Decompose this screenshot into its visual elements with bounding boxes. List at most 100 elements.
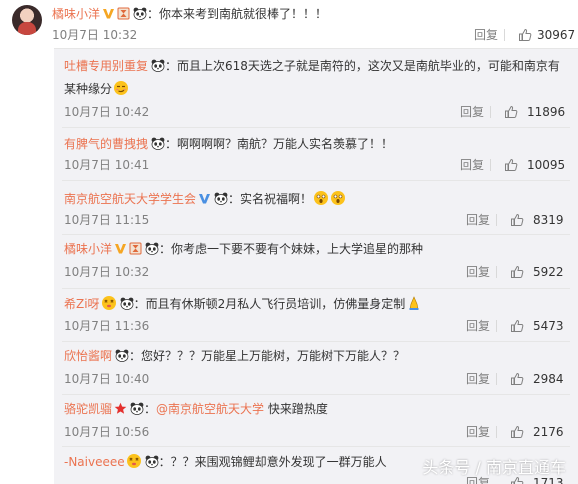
username-link[interactable]: 橘味小洋 (64, 242, 112, 256)
comment-line: 橘味小洋 ：你本来考到南航就很棒了！！！ (52, 6, 327, 22)
reply-button[interactable]: 回复 (460, 157, 484, 173)
reply-text: ：而且上次618天选之子就是南符的，这次又是南航毕业的，可能和南京有 (165, 59, 560, 73)
username-link[interactable]: 希Zi呀 (64, 297, 100, 311)
like-count: 5922 (533, 265, 564, 279)
timestamp: 10月7日 10:32 (64, 265, 150, 279)
username-link[interactable]: 欣怡酱啊 (64, 349, 112, 363)
divider (496, 266, 497, 278)
timestamp: 10月7日 11:15 (64, 213, 150, 227)
username-link[interactable]: 骆驼凯骝 (64, 402, 112, 416)
divider (490, 106, 491, 118)
username-link[interactable]: 吐槽专用别重复 (64, 59, 148, 73)
panda-icon (130, 402, 144, 415)
like-count: 2984 (533, 372, 564, 386)
like-icon[interactable] (510, 425, 524, 439)
divider (496, 426, 497, 438)
reply-button[interactable]: 回复 (466, 212, 490, 228)
like-icon[interactable] (510, 265, 524, 279)
like-count: 10095 (527, 158, 566, 172)
colon: ： (147, 7, 160, 21)
like-icon[interactable] (510, 213, 524, 227)
timestamp: 10月7日 10:56 (64, 425, 150, 439)
like-icon[interactable] (518, 28, 532, 42)
panda-icon (145, 455, 159, 468)
shocked-emoji-icon (313, 190, 329, 206)
hourglass-icon (117, 7, 130, 20)
reply-line: 有脾气的曹拽拽 ：啊啊啊啊？南航？万能人实名羡慕了！！ (64, 136, 393, 152)
weibo-comment-screenshot: 橘味小洋 ：你本来考到南航就很棒了！！！ 10月7日 10:32 回复 30967… (0, 0, 578, 484)
hourglass-icon (129, 242, 142, 255)
panda-icon (115, 349, 129, 362)
list-item: 吐槽专用别重复 ：而且上次618天选之子就是南符的，这次又是南航毕业的，可能和南京… (54, 49, 578, 128)
reply-line: 骆驼凯骝 ：@南京航空航天大学 快来蹭热度 (64, 401, 328, 417)
reply-line: 希Zi呀 ：而且有休斯顿2月私人飞行员培训，仿佛量身定制 (64, 295, 422, 312)
watermark: 头条号 / 南京直通车 (422, 458, 566, 477)
reply-text: ：啊啊啊啊？南航？万能人实名羡慕了！！ (165, 137, 394, 151)
reply-line: 吐槽专用别重复 ：而且上次618天选之子就是南符的，这次又是南航毕业的，可能和南京… (64, 58, 560, 74)
reply-line: 欣怡酱啊 ：您好？？？万能星上万能树，万能树下万能人？？ (64, 348, 405, 364)
divider (490, 159, 491, 171)
reply-text: ： (144, 402, 157, 416)
like-count: 30967 (537, 28, 576, 42)
panda-icon (120, 297, 134, 310)
reply-panel: 吐槽专用别重复 ：而且上次618天选之子就是南符的，这次又是南航毕业的，可能和南京… (54, 48, 578, 484)
panda-icon (214, 192, 228, 205)
verified-v-icon (102, 7, 115, 20)
reply-text: ：你考虑一下要不要有个妹妹，上大学追星的那种 (159, 242, 424, 256)
username-link[interactable]: 橘味小洋 (52, 7, 100, 21)
reply-button[interactable]: 回复 (460, 104, 484, 120)
like-icon[interactable] (504, 105, 518, 119)
reply-line: -Naiveeee ：？？来围观锦鲤却意外发现了一群万能人 (64, 453, 387, 470)
reply-line: 南京航空航天大学学生会 ：实名祝福啊！ (64, 190, 346, 207)
timestamp: 10月7日 11:36 (64, 319, 150, 333)
reply-button[interactable]: 回复 (466, 371, 490, 387)
divider (496, 214, 497, 226)
divider (496, 373, 497, 385)
praying-emoji-icon (406, 295, 422, 311)
list-item: 骆驼凯骝 ：@南京航空航天大学 快来蹭热度 10月7日 10:56 回复 2176 (54, 395, 578, 447)
reply-text: ：而且有休斯顿2月私人飞行员培训，仿佛量身定制 (133, 297, 406, 311)
verified-v-icon (114, 242, 127, 255)
username-link[interactable]: 南京航空航天大学学生会 (64, 192, 196, 206)
panda-icon (133, 7, 147, 20)
username-link[interactable]: 有脾气的曹拽拽 (64, 137, 148, 151)
timestamp: 10月7日 10:41 (64, 158, 150, 172)
reply-button[interactable]: 回复 (466, 424, 490, 440)
avatar[interactable] (12, 5, 42, 35)
reply-button[interactable]: 回复 (466, 264, 490, 280)
reply-text-continued: 某种缘分 (64, 82, 113, 96)
list-item: 欣怡酱啊 ：您好？？？万能星上万能树，万能树下万能人？？ 10月7日 10:40 … (54, 342, 578, 395)
divider (504, 29, 505, 41)
like-count: 5473 (533, 319, 564, 333)
dizzy-emoji-icon (101, 295, 117, 311)
list-item: 有脾气的曹拽拽 ：啊啊啊啊？南航？万能人实名羡慕了！！ 10月7日 10:41 回… (54, 128, 578, 181)
verified-v-icon (198, 192, 211, 205)
like-icon[interactable] (510, 319, 524, 333)
reply-line: 橘味小洋 ：你考虑一下要不要有个妹妹，上大学追星的那种 (64, 241, 423, 257)
panda-icon (151, 137, 165, 150)
list-item: 南京航空航天大学学生会 ：实名祝福啊！ 10月7日 11:15 回复 8319 (54, 181, 578, 235)
username-link[interactable]: -Naiveeee (64, 455, 125, 469)
like-count: 2176 (533, 425, 564, 439)
like-count: 8319 (533, 213, 564, 227)
reply-line-2: 某种缘分 (64, 80, 129, 97)
reply-text: ：您好？？？万能星上万能树，万能树下万能人？？ (129, 349, 406, 363)
list-item: 橘味小洋 ：你考虑一下要不要有个妹妹，上大学追星的那种 10月7日 10:32 回… (54, 235, 578, 289)
smirk-emoji-icon (113, 80, 129, 96)
dizzy-emoji-icon (126, 453, 142, 469)
star-icon (114, 402, 127, 415)
reply-text: ：实名祝福啊！ (228, 192, 313, 206)
reply-button[interactable]: 回复 (474, 27, 498, 43)
timestamp: 10月7日 10:40 (64, 372, 150, 386)
mention-link[interactable]: @南京航空航天大学 (156, 402, 264, 416)
reply-button[interactable]: 回复 (466, 318, 490, 334)
like-icon[interactable] (510, 372, 524, 386)
list-item: 希Zi呀 ：而且有休斯顿2月私人飞行员培训，仿佛量身定制 10月7日 11:36 … (54, 289, 578, 342)
like-count: 11896 (527, 105, 566, 119)
panda-icon (151, 59, 165, 72)
reply-text: ：？？来围观锦鲤却意外发现了一群万能人 (158, 455, 387, 469)
panda-icon (145, 242, 159, 255)
like-icon[interactable] (504, 158, 518, 172)
top-comment: 橘味小洋 ：你本来考到南航就很棒了！！！ 10月7日 10:32 回复 30967 (0, 0, 578, 48)
shocked-emoji-icon (330, 190, 346, 206)
